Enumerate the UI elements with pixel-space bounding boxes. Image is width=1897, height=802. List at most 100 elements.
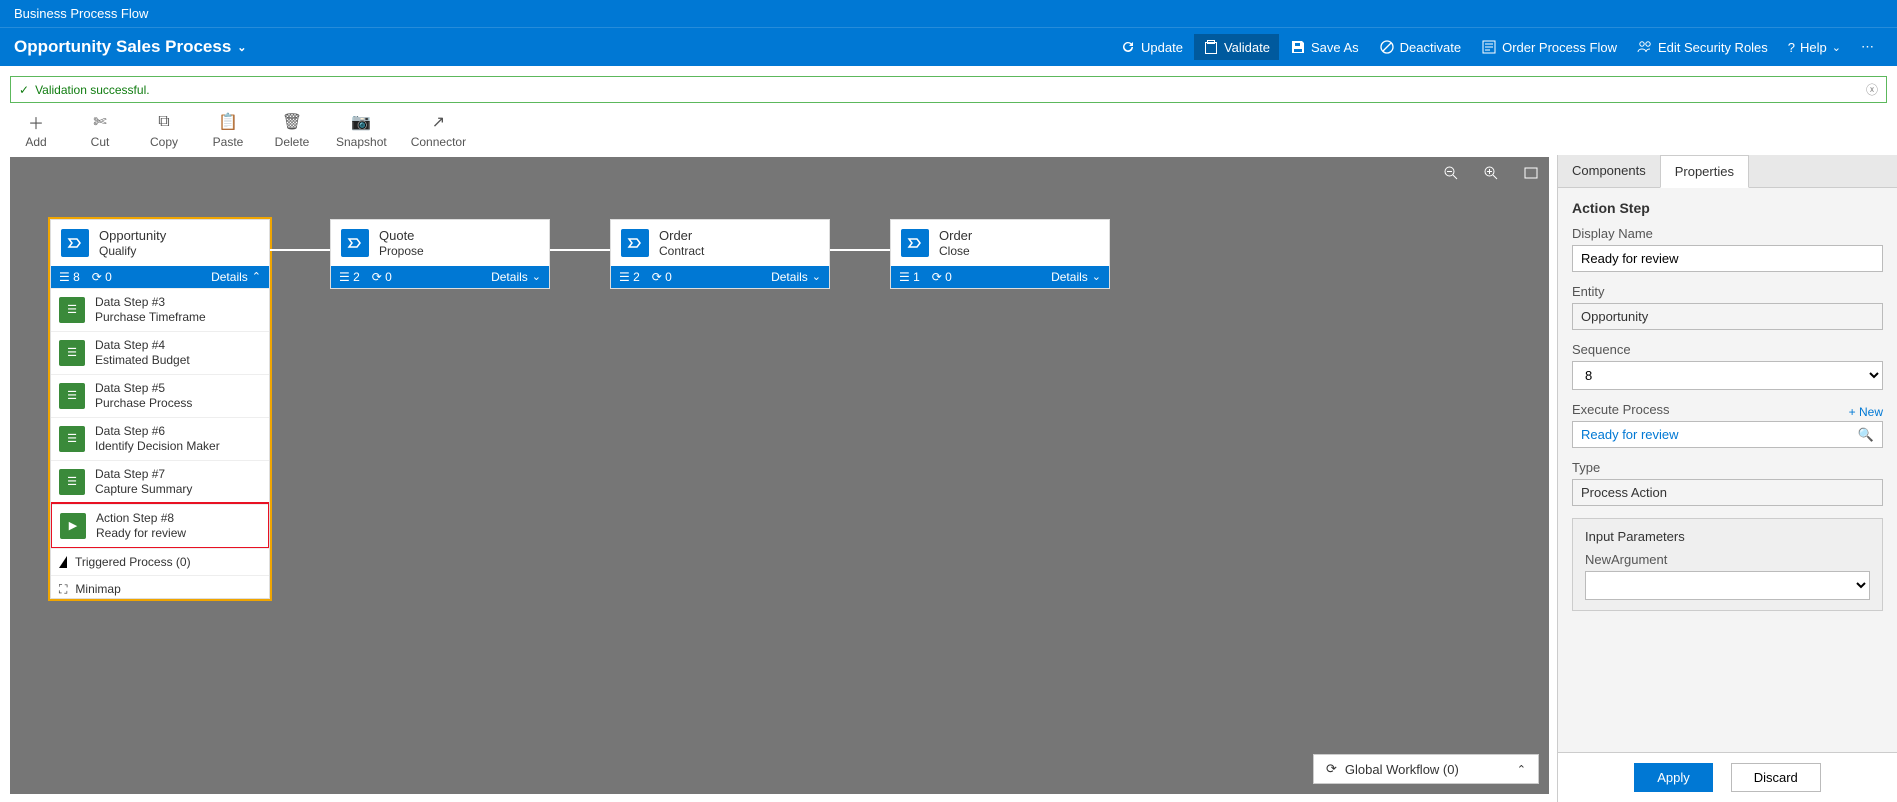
step-title: Action Step #8 [96,511,186,526]
more-button[interactable]: ⋯ [1852,34,1883,60]
details-toggle[interactable]: Details ⌃ [211,270,261,284]
details-toggle[interactable]: Details ⌄ [1051,270,1101,284]
stage-category: Propose [379,244,424,258]
camera-icon: 📷 [351,113,371,131]
save-as-button[interactable]: Save As [1281,34,1368,60]
deactivate-icon [1379,39,1395,55]
step-item[interactable]: ☰ Data Step #5Purchase Process [51,374,269,417]
help-button[interactable]: ?Help⌄ [1779,35,1850,60]
workflow-count: ⟳ 0 [932,270,952,284]
deactivate-button[interactable]: Deactivate [1370,34,1470,60]
add-button[interactable]: ＋Add [16,113,56,149]
stage-close[interactable]: OrderClose ☰ 1 ⟳ 0 Details ⌄ [890,219,1110,289]
minimap-toggle[interactable]: ⛶Minimap [51,575,269,598]
edit-security-roles-button[interactable]: Edit Security Roles [1628,34,1777,60]
step-title: Data Step #7 [95,467,192,482]
page-title[interactable]: Opportunity Sales Process ⌄ [14,37,247,57]
workflow-count: ⟳ 0 [92,270,112,284]
trash-icon: 🗑 [282,113,302,131]
chevron-down-icon: ⌄ [1832,41,1841,54]
clipboard-icon [1203,39,1219,55]
breadcrumb: Business Process Flow [0,0,1897,28]
data-step-icon: ☰ [59,297,85,323]
designer-canvas[interactable]: OpportunityQualify☰ 8⟳ 0Details ⌃☰Data S… [10,157,1549,794]
stage-icon [61,229,89,257]
sequence-select[interactable]: 8 [1572,361,1883,390]
step-item[interactable]: ☰Data Step #4Estimated Budget [51,331,269,374]
argument-select[interactable] [1585,571,1870,600]
step-subtitle: Estimated Budget [95,353,190,368]
connector-button[interactable]: ↗Connector [411,113,466,149]
step-subtitle: Ready for review [96,526,186,541]
validate-button[interactable]: Validate [1194,34,1279,60]
fit-icon[interactable] [1523,165,1539,184]
stage-category: Close [939,244,972,258]
discard-button[interactable]: Discard [1731,763,1821,792]
save-icon [1290,39,1306,55]
copy-icon: ⧉ [158,113,169,131]
workflow-count: ⟳ 0 [652,270,672,284]
update-button[interactable]: Update [1111,34,1192,60]
stage-entity: Order [939,228,972,244]
step-title: Data Step #3 [95,295,206,310]
scissors-icon: ✄ [93,113,106,131]
data-step-icon: ☰ [59,383,85,409]
action-step-icon: ▶ [60,513,86,539]
stage-category: Contract [659,244,704,258]
stage-icon [901,229,929,257]
chevron-down-icon: ⌄ [237,41,246,54]
stage-contract[interactable]: OrderContract☰ 2⟳ 0Details ⌄ [610,219,830,289]
step-item[interactable]: ▶ Action Step #8Ready for review [52,504,268,547]
step-subtitle: Purchase Process [95,396,192,411]
step-item[interactable]: ☰Data Step #6Identify Decision Maker [51,417,269,460]
stage-entity: Order [659,228,704,244]
delete-button[interactable]: 🗑Delete [272,113,312,149]
stage-entity: Quote [379,228,424,244]
zoom-out-icon[interactable] [1443,165,1459,184]
step-item[interactable]: ☰Data Step #7Capture Summary [51,460,269,503]
triggered-process[interactable]: Triggered Process (0) [51,548,269,575]
step-count: ☰ 1 [899,270,920,284]
type-label: Type [1572,460,1883,475]
global-workflow-bar[interactable]: ⟳Global Workflow (0) ⌃ [1313,754,1539,784]
refresh-icon [1120,39,1136,55]
argument-label: NewArgument [1585,552,1870,567]
display-name-input[interactable] [1572,245,1883,272]
details-toggle[interactable]: Details ⌄ [491,270,541,284]
new-process-link[interactable]: + New [1849,405,1883,419]
sequence-label: Sequence [1572,342,1883,357]
paste-icon: 📋 [218,113,238,131]
tab-components[interactable]: Components [1558,155,1660,187]
order-process-flow-button[interactable]: Order Process Flow [1472,34,1626,60]
stage-icon [621,229,649,257]
security-icon [1637,39,1653,55]
chevron-up-icon: ⌃ [1517,763,1526,776]
close-icon[interactable]: ⓧ [1866,81,1878,98]
step-count: ☰ 2 [339,270,360,284]
step-title: Data Step #5 [95,381,192,396]
details-toggle[interactable]: Details ⌄ [771,270,821,284]
execute-process-lookup[interactable]: 🔍 [1572,421,1883,448]
step-title: Data Step #4 [95,338,190,353]
zoom-in-icon[interactable] [1483,165,1499,184]
validation-notice: ✓ Validation successful. ⓧ [10,76,1887,103]
execute-process-input[interactable] [1573,422,1850,447]
apply-button[interactable]: Apply [1634,763,1713,792]
minimap-icon: ⛶ [59,582,67,597]
workflow-count: ⟳ 0 [372,270,392,284]
stage-qualify[interactable]: OpportunityQualify☰ 8⟳ 0Details ⌃☰Data S… [50,219,270,599]
paste-button[interactable]: 📋Paste [208,113,248,149]
copy-button[interactable]: ⧉Copy [144,113,184,149]
stage-propose[interactable]: QuotePropose ☰ 2 ⟳ 0 Details ⌄ [330,219,550,289]
properties-heading: Action Step [1572,200,1883,216]
workflow-icon: ⟳ [1326,761,1337,777]
tab-properties[interactable]: Properties [1660,155,1749,188]
stage-icon [341,229,369,257]
step-subtitle: Identify Decision Maker [95,439,220,454]
step-item[interactable]: ☰Data Step #3Purchase Timeframe [51,288,269,331]
display-name-label: Display Name [1572,226,1883,241]
cut-button[interactable]: ✄Cut [80,113,120,149]
search-icon[interactable]: 🔍 [1850,427,1882,443]
step-count: ☰ 8 [59,270,80,284]
snapshot-button[interactable]: 📷Snapshot [336,113,387,149]
